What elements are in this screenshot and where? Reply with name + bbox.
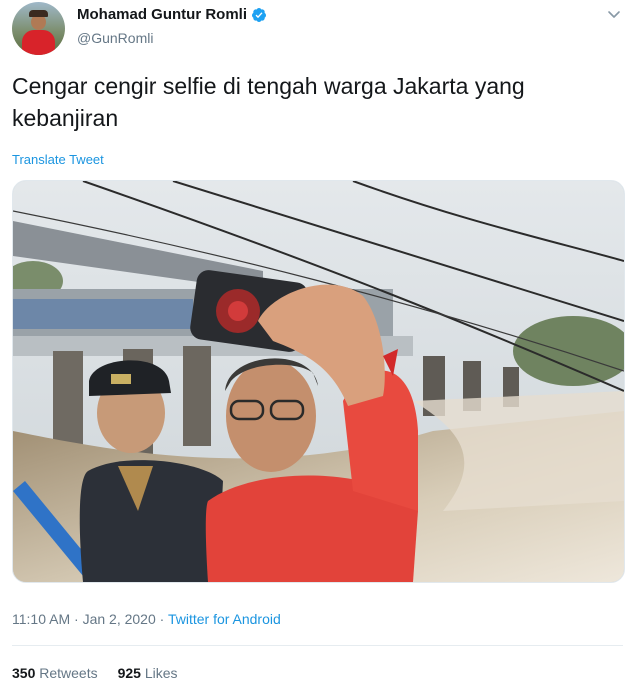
retweets-label: Retweets — [39, 665, 98, 681]
tweet-text: Cengar cengir selfie di tengah warga Jak… — [12, 73, 525, 131]
meta-separator: · — [155, 611, 168, 627]
tweet-date[interactable]: Jan 2, 2020 — [83, 611, 156, 627]
meta-separator: · — [70, 611, 83, 627]
translate-tweet-link[interactable]: Translate Tweet — [12, 152, 104, 167]
retweets-count: 350 — [12, 665, 36, 681]
author-name-row: Mohamad Guntur Romli — [77, 6, 267, 23]
chevron-down-icon[interactable] — [606, 6, 622, 22]
author-display-name[interactable]: Mohamad Guntur Romli — [77, 6, 247, 23]
tweet-time[interactable]: 11:10 AM — [12, 611, 70, 627]
tweet-source-link[interactable]: Twitter for Android — [168, 611, 281, 627]
likes-stat[interactable]: 925 Likes — [118, 665, 178, 681]
selfie-photo-illustration — [13, 181, 624, 582]
tweet-photo[interactable] — [12, 180, 625, 583]
retweets-stat[interactable]: 350 Retweets — [12, 665, 98, 681]
likes-count: 925 — [117, 665, 141, 681]
tweet-stats: 350 Retweets 925 Likes — [12, 665, 178, 681]
likes-label: Likes — [144, 665, 178, 681]
avatar[interactable] — [12, 2, 65, 55]
author-handle[interactable]: @GunRomli — [77, 30, 153, 46]
divider — [12, 645, 623, 646]
tweet-card: Mohamad Guntur Romli @GunRomli Cengar ce… — [0, 0, 640, 682]
tweet-meta: 11:10 AM · Jan 2, 2020 · Twitter for And… — [12, 611, 281, 627]
verified-badge-icon — [251, 7, 266, 22]
avatar-shirt — [22, 30, 55, 55]
avatar-hat — [29, 10, 48, 17]
